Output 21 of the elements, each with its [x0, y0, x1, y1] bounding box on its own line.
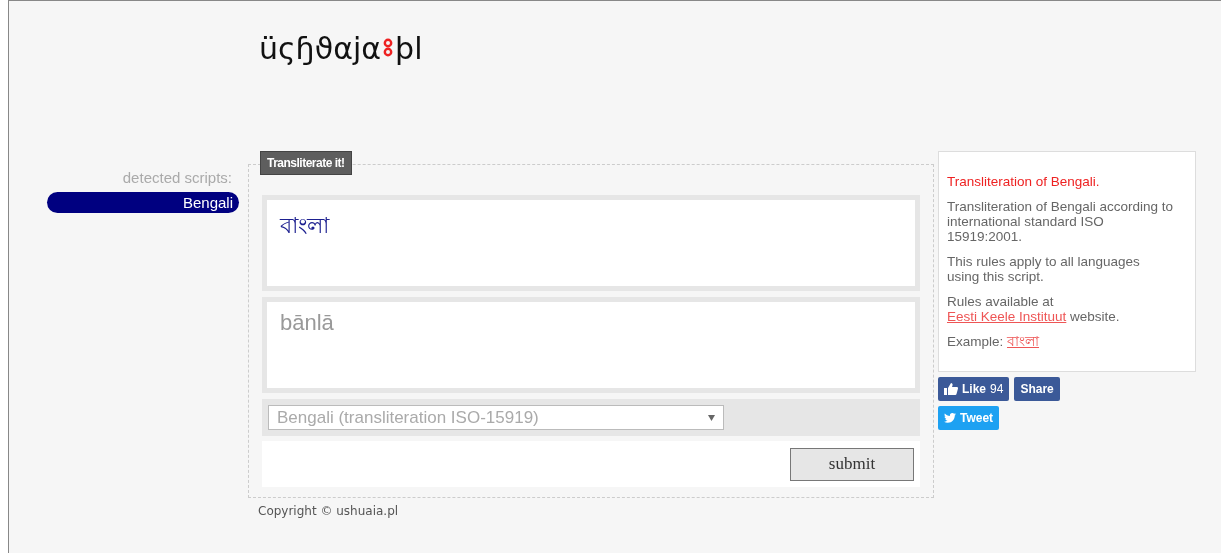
thumbs-up-icon [944, 383, 958, 395]
share-button[interactable]: Share [1014, 377, 1060, 401]
info-paragraph: This rules apply to all languages using this script. [947, 254, 1141, 284]
caret-icon [708, 414, 715, 421]
copyright-text: Copyright © ushuaia.pl [258, 504, 400, 518]
logo-text: üςɧϑαjα [259, 30, 382, 66]
sidebar-label: detected scripts: [122, 169, 232, 186]
info-paragraph: Transliteration of Bengali according to international standard ISO 15919:2001. [947, 199, 1175, 244]
logo-dots-icon [383, 37, 394, 59]
info-paragraph: Rules available at Eesti Keele Instituut website. [947, 294, 1121, 324]
logo-text: þl [395, 30, 423, 66]
script-item[interactable]: Bengali [47, 192, 239, 213]
info-paragraph: Example: বাংলা [947, 334, 1041, 349]
institute-link[interactable]: Eesti Keele Instituut [947, 309, 1067, 324]
example-link[interactable]: বাংলা [1007, 334, 1040, 349]
info-title: Transliteration of Bengali. [947, 174, 1101, 189]
input-field[interactable]: বাংলা [267, 200, 915, 286]
transliterate-tab[interactable]: Transliterate it! [260, 151, 352, 175]
like-button[interactable]: Like 94 [938, 377, 1010, 401]
bird-icon [944, 413, 956, 423]
submit-button[interactable]: submit [790, 447, 914, 481]
